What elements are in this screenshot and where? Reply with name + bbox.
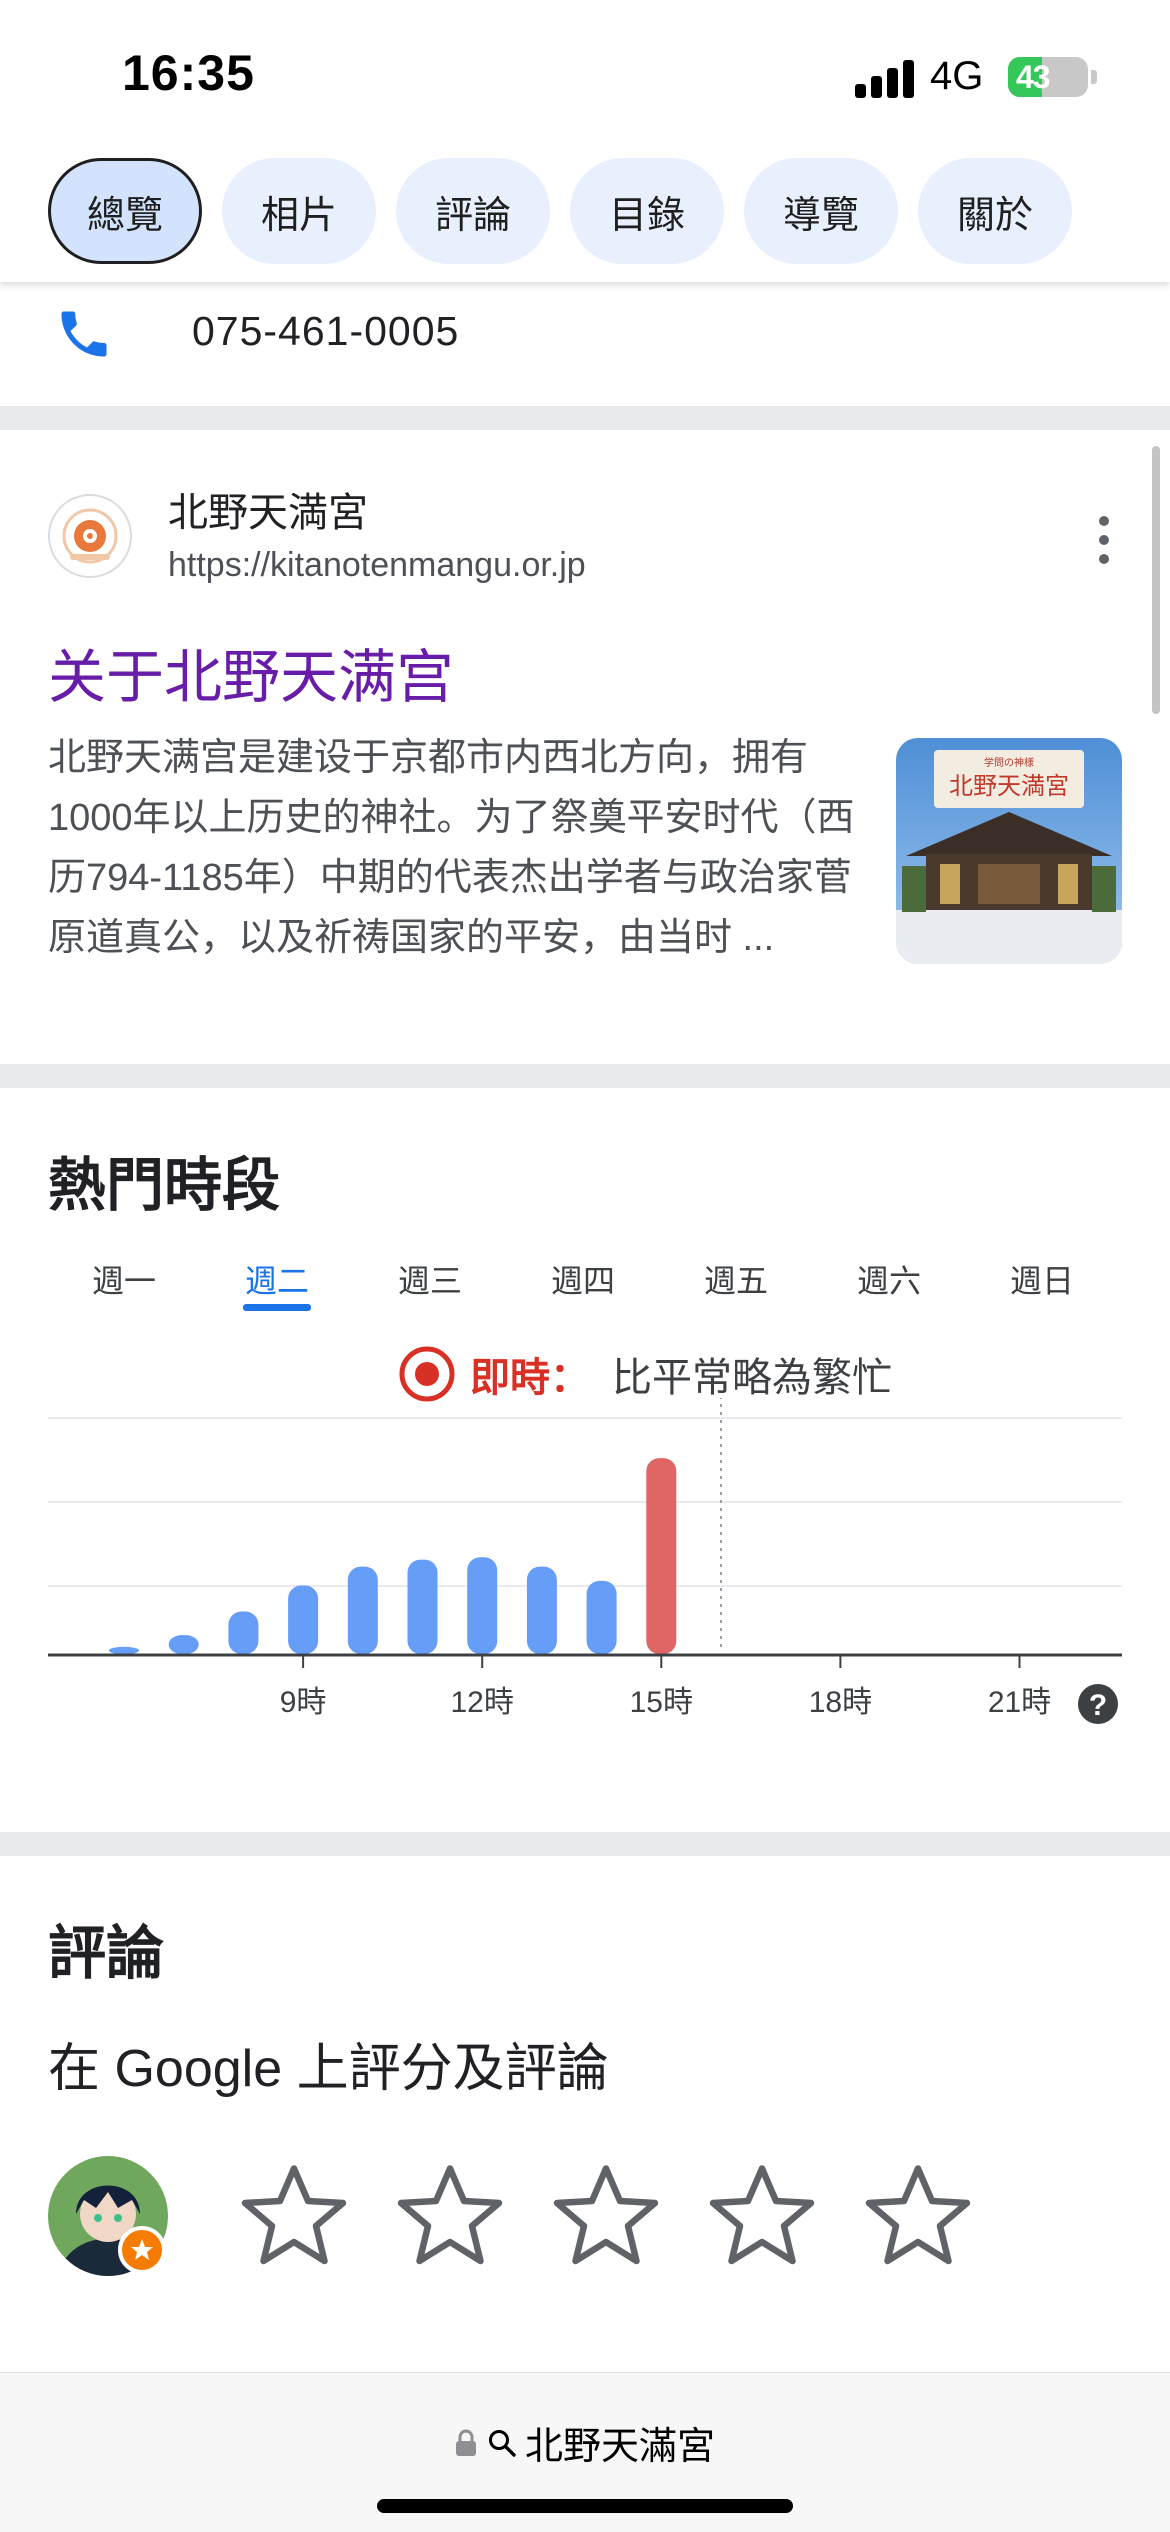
result-snippet: 北野天满宫是建设于京都市内西北方向，拥有1000年以上历史的神社。为了祭奠平安时… — [48, 737, 855, 959]
phone-icon — [61, 311, 107, 357]
site-name: 北野天満宮 — [168, 491, 368, 535]
more-vert-icon[interactable] — [1092, 516, 1116, 564]
section-divider — [0, 1832, 1170, 1856]
site-url[interactable]: https://kitanotenmangu.or.jp — [168, 546, 586, 585]
live-label: 即時： — [470, 1356, 590, 1400]
chart-tick-label: 15時 — [630, 1686, 693, 1719]
svg-text:学問の神様: 学問の神様 — [984, 756, 1034, 769]
browser-address-bar[interactable]: 北野天滿宮 — [0, 2372, 1170, 2532]
live-target-icon — [399, 1346, 455, 1402]
site-logo[interactable] — [48, 494, 132, 578]
result-thumbnail[interactable]: 学問の神様 北野天満宮 — [896, 738, 1122, 964]
status-time: 16:35 — [122, 45, 255, 101]
reviews-section: 評論 在 Google 上評分及評論 — [0, 1856, 1170, 2366]
live-status: 即時： 比平常略為繁忙 — [398, 1344, 892, 1404]
battery-tip — [1091, 70, 1097, 84]
chart-tick-label: 18時 — [809, 1686, 872, 1719]
day-tab-fri[interactable]: 週五 — [686, 1256, 786, 1302]
day-tab-sun[interactable]: 週日 — [992, 1256, 1092, 1302]
web-result: 北野天満宮 https://kitanotenmangu.or.jp 关于北野天… — [0, 430, 1170, 1064]
place-tabs: 總覽 相片 評論 目錄 導覽 關於 — [0, 150, 1170, 282]
day-tab-wed[interactable]: 週三 — [380, 1256, 480, 1302]
usual-bar — [168, 1635, 199, 1654]
rating-star-1-icon[interactable] — [234, 2156, 354, 2276]
tab-photos[interactable]: 相片 — [222, 158, 376, 264]
usual-bar — [109, 1646, 139, 1654]
usual-bar — [467, 1557, 498, 1654]
phone-row[interactable]: 075-461-0005 — [0, 282, 1170, 406]
tab-reviews[interactable]: 評論 — [396, 158, 550, 264]
local-guide-badge — [118, 2226, 166, 2274]
result-title-link[interactable]: 关于北野天满宫 — [48, 630, 454, 714]
reviews-title: 評論 — [48, 1921, 165, 1986]
live-bar — [646, 1458, 677, 1654]
chart-tick-label: 9時 — [280, 1686, 327, 1719]
day-tab-indicator — [243, 1304, 311, 1311]
star-badge-icon — [131, 2239, 153, 2260]
usual-bar — [288, 1585, 319, 1654]
home-indicator — [377, 2499, 793, 2513]
address-text: 北野天滿宮 — [524, 2426, 715, 2468]
tab-overview[interactable]: 總覽 — [48, 158, 202, 264]
live-text: 比平常略為繁忙 — [612, 1356, 892, 1400]
day-tab-thu[interactable]: 週四 — [533, 1256, 633, 1302]
rating-star-5-icon[interactable] — [858, 2156, 978, 2276]
lock-icon — [455, 2429, 476, 2456]
popular-times-chart: 9時 12時 15時 18時 21時? — [48, 1398, 1122, 1724]
address-field[interactable]: 北野天滿宮 — [0, 2415, 1170, 2470]
search-icon — [488, 2429, 516, 2457]
tab-directions[interactable]: 導覽 — [744, 158, 898, 264]
usual-bar — [586, 1580, 617, 1654]
popular-times-title: 熱門時段 — [48, 1153, 281, 1218]
tab-about[interactable]: 關於 — [918, 158, 1072, 264]
phone-number[interactable]: 075-461-0005 — [192, 308, 459, 355]
network-label: 4G — [930, 54, 984, 98]
signal-icon — [855, 60, 917, 98]
day-tab-tue[interactable]: 週二 — [227, 1256, 327, 1302]
battery-level: 43 — [1016, 59, 1051, 95]
shrine-photo: 学問の神様 北野天満宮 — [896, 738, 1122, 964]
section-divider — [0, 1064, 1170, 1088]
rating-star-2-icon[interactable] — [390, 2156, 510, 2276]
day-tab-sat[interactable]: 週六 — [839, 1256, 939, 1302]
rating-star-3-icon[interactable] — [546, 2156, 666, 2276]
usual-bar — [407, 1559, 438, 1654]
page-scrollbar[interactable] — [1152, 446, 1160, 714]
review-subtitle: 在 Google 上評分及評論 — [48, 2040, 609, 2098]
plum-crest-icon — [62, 508, 118, 564]
chart-tick-label: 12時 — [451, 1686, 514, 1719]
usual-bar — [526, 1566, 557, 1654]
status-bar: 16:35 4G 43 — [0, 0, 1170, 150]
chart-tick-label: 21時 — [988, 1686, 1051, 1719]
help-icon-glyph: ? — [1089, 1689, 1107, 1722]
battery-icon: 43 — [1008, 57, 1088, 97]
day-tab-mon[interactable]: 週一 — [74, 1256, 174, 1302]
tab-menu[interactable]: 目錄 — [570, 158, 724, 264]
rating-star-4-icon[interactable] — [702, 2156, 822, 2276]
usual-bar — [228, 1611, 259, 1654]
usual-bar — [347, 1566, 378, 1654]
section-divider — [0, 406, 1170, 430]
popular-times: 熱門時段 週一 週二 週三 週四 週五 週六 週日 即時： 比平常略為繁忙 9時… — [0, 1088, 1170, 1832]
svg-text:北野天満宮: 北野天満宮 — [949, 772, 1069, 800]
